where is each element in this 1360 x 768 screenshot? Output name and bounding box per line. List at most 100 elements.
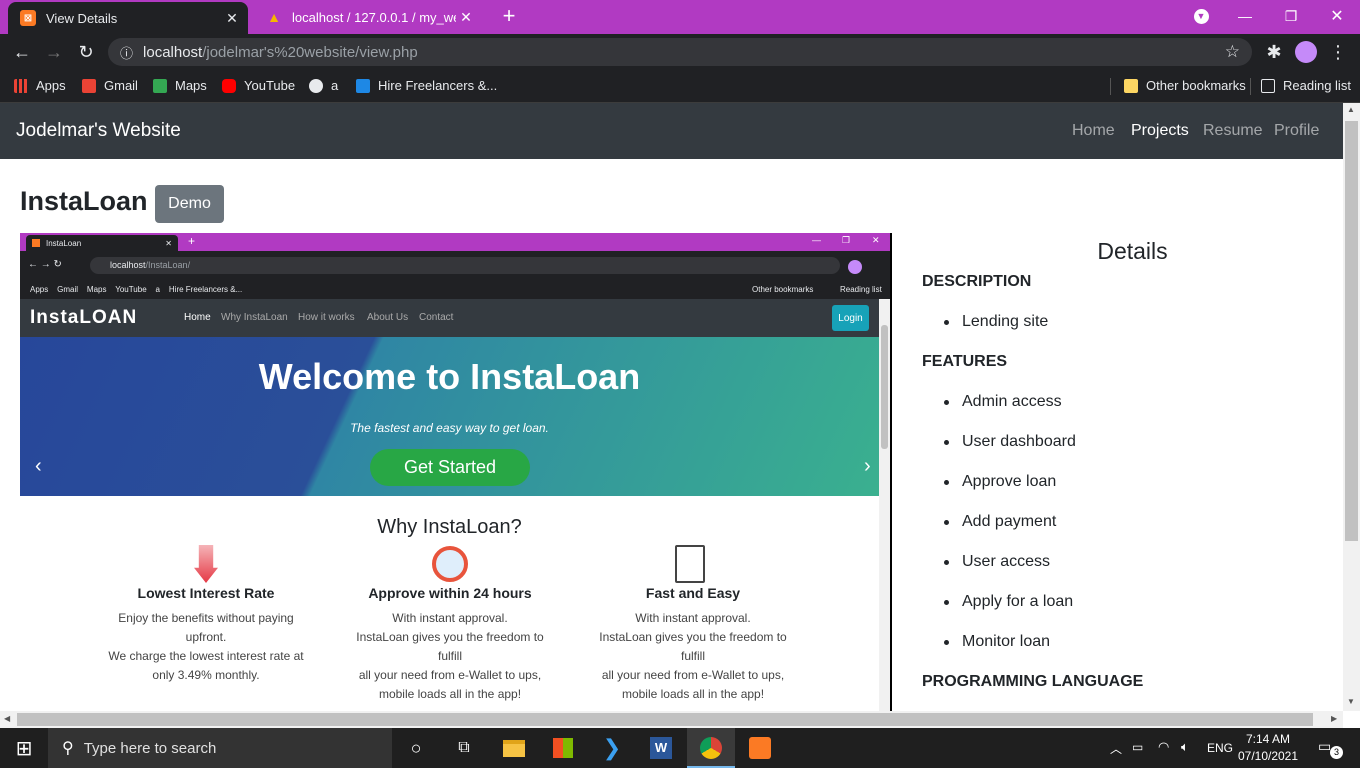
clock[interactable]: 7:14 AM 07/10/2021: [1236, 731, 1300, 765]
taskbar-search[interactable]: ⚲ Type here to search: [48, 728, 392, 768]
menu-icon[interactable]: ⋮: [1326, 40, 1350, 64]
tab-search-icon[interactable]: ▼: [1178, 0, 1224, 32]
language-indicator[interactable]: ENG: [1207, 741, 1233, 755]
list-item: Lending site: [943, 313, 1049, 330]
preview-tab: InstaLoan ✕: [26, 235, 178, 251]
search-icon: ⚲: [62, 740, 74, 757]
bookmark-gmail[interactable]: Gmail: [82, 78, 138, 93]
restore-icon[interactable]: ❐: [1268, 0, 1314, 32]
demo-button[interactable]: Demo: [155, 185, 224, 223]
instaloan-logo: InstaLOAN: [30, 307, 138, 328]
xampp-taskbar-icon[interactable]: [746, 734, 774, 762]
minimize-icon[interactable]: —: [1222, 0, 1268, 32]
freelancer-icon: [356, 78, 370, 93]
project-screenshot: InstaLoan ✕ + — ❐ ✕ ← → ↻ localhost/Inst…: [20, 233, 892, 711]
reading-list[interactable]: Reading list: [1261, 78, 1351, 93]
tray-chevron-icon[interactable]: ︿: [1110, 740, 1122, 757]
close-tab-icon[interactable]: ✕: [222, 10, 242, 27]
get-started-button: Get Started: [370, 449, 530, 486]
preview-bookmark-list: Apps Gmail Maps YouTube a Hire Freelance…: [30, 285, 243, 294]
close-tab-icon[interactable]: ✕: [456, 9, 476, 26]
battery-icon[interactable]: ▭: [1132, 740, 1143, 754]
why-title: Why InstaLoan?: [377, 516, 522, 538]
nav-home[interactable]: Home: [1072, 122, 1115, 140]
tab-view-details[interactable]: ⊠ View Details ✕: [8, 2, 248, 34]
nav-profile[interactable]: Profile: [1274, 122, 1319, 140]
search-placeholder: Type here to search: [83, 739, 217, 757]
scroll-right-icon[interactable]: ▶: [1331, 714, 1337, 723]
forward-icon[interactable]: →: [42, 40, 66, 64]
instaloan-navbar: InstaLOAN Home Why InstaLoan How it work…: [20, 299, 879, 337]
scroll-up-icon[interactable]: ▲: [1347, 105, 1355, 114]
xampp-icon: [32, 239, 40, 247]
cortana-icon[interactable]: ○: [402, 734, 430, 762]
minimize-icon: —: [812, 235, 821, 245]
description-label: DESCRIPTION: [922, 273, 1032, 290]
feature-text: With instant approval. InstaLoan gives yo…: [356, 611, 544, 701]
profile-avatar[interactable]: [1294, 40, 1318, 64]
notification-count: 3: [1330, 746, 1343, 759]
chrome-taskbar-item[interactable]: [687, 728, 735, 768]
address-bar[interactable]: ⓘ localhost/jodelmar's%20website/view.ph…: [108, 38, 1252, 66]
wifi-icon[interactable]: ◠: [1158, 739, 1169, 755]
word-icon[interactable]: W: [647, 734, 675, 762]
maps-icon: [153, 78, 167, 93]
preview-nav-about: About Us: [367, 312, 409, 323]
details-heading: Details: [1097, 238, 1168, 264]
preview-nav-how: How it works: [298, 312, 355, 323]
close-tab-icon: ✕: [165, 238, 172, 248]
site-brand[interactable]: Jodelmar's Website: [16, 120, 181, 142]
volume-icon[interactable]: 🔈︎: [1181, 739, 1189, 755]
bookmark-maps[interactable]: Maps: [153, 78, 207, 93]
preview-nav-home: Home: [184, 312, 211, 323]
preview-login-button: Login: [832, 305, 869, 331]
store-icon[interactable]: [549, 734, 577, 762]
windows-start-icon[interactable]: ⊞: [10, 734, 38, 762]
new-tab-button[interactable]: +: [493, 0, 525, 32]
preview-nav-contact: Contact: [419, 312, 454, 323]
horizontal-scroll-thumb[interactable]: [17, 713, 1313, 726]
bookmark-a[interactable]: a: [309, 78, 338, 93]
feature-title: Approve within 24 hours: [368, 585, 532, 601]
close-window-icon: ✕: [872, 235, 880, 245]
bookmark-apps[interactable]: Apps: [14, 78, 66, 93]
bookmark-star-icon[interactable]: ☆: [1225, 42, 1240, 62]
preview-nav-why: Why InstaLoan: [221, 312, 288, 323]
file-explorer-icon[interactable]: [500, 734, 528, 762]
list-item: Monitor loan: [943, 633, 1051, 650]
apps-icon: [14, 78, 28, 93]
page-title: InstaLoan: [20, 186, 148, 216]
extensions-icon[interactable]: ✱: [1262, 40, 1286, 64]
bookmark-freelancers[interactable]: Hire Freelancers &...: [356, 78, 497, 93]
feature-text: With instant approval. InstaLoan gives yo…: [599, 611, 787, 701]
info-icon[interactable]: ⓘ: [120, 43, 133, 62]
close-window-icon[interactable]: ✕: [1314, 0, 1360, 32]
bookmark-youtube[interactable]: YouTube: [222, 78, 295, 93]
horizontal-scrollbar[interactable]: ◀ ▶: [0, 711, 1343, 728]
clock-date: 07/10/2021: [1237, 749, 1299, 763]
feature-text: Enjoy the benefits without paying upfront…: [108, 611, 304, 682]
back-icon[interactable]: ←: [10, 40, 34, 64]
url-path: /jodelmar's%20website/view.php: [202, 43, 418, 61]
scroll-left-icon[interactable]: ◀: [4, 714, 10, 723]
features-label: FEATURES: [922, 353, 1008, 370]
vertical-scrollbar[interactable]: ▲ ▼: [1343, 103, 1360, 711]
windows-taskbar: ⊞ ⚲ Type here to search ○ ⧉ ❯ W ︿ ▭ ◠ 🔈︎…: [0, 728, 1360, 768]
vscode-icon[interactable]: ❯: [598, 734, 626, 762]
notifications-icon[interactable]: ▭ 3: [1318, 738, 1343, 759]
nav-resume[interactable]: Resume: [1203, 122, 1263, 140]
clock-time: 7:14 AM: [1245, 732, 1291, 746]
list-item: Apply for a loan: [943, 593, 1074, 610]
nav-projects[interactable]: Projects: [1131, 122, 1189, 140]
list-item: Admin access: [944, 393, 1062, 410]
task-view-icon[interactable]: ⧉: [450, 734, 478, 762]
youtube-icon: [222, 78, 236, 93]
other-bookmarks[interactable]: Other bookmarks: [1124, 78, 1246, 93]
vertical-scroll-thumb[interactable]: [1345, 121, 1358, 541]
xampp-icon: ⊠: [20, 10, 36, 26]
gmail-icon: [82, 78, 96, 93]
scroll-down-icon[interactable]: ▼: [1347, 697, 1355, 706]
url-host: localhost: [143, 43, 203, 61]
reload-icon[interactable]: ↻: [74, 40, 98, 64]
tab-phpmyadmin[interactable]: ▲ localhost / 127.0.0.1 / my_website ✕: [254, 0, 482, 34]
